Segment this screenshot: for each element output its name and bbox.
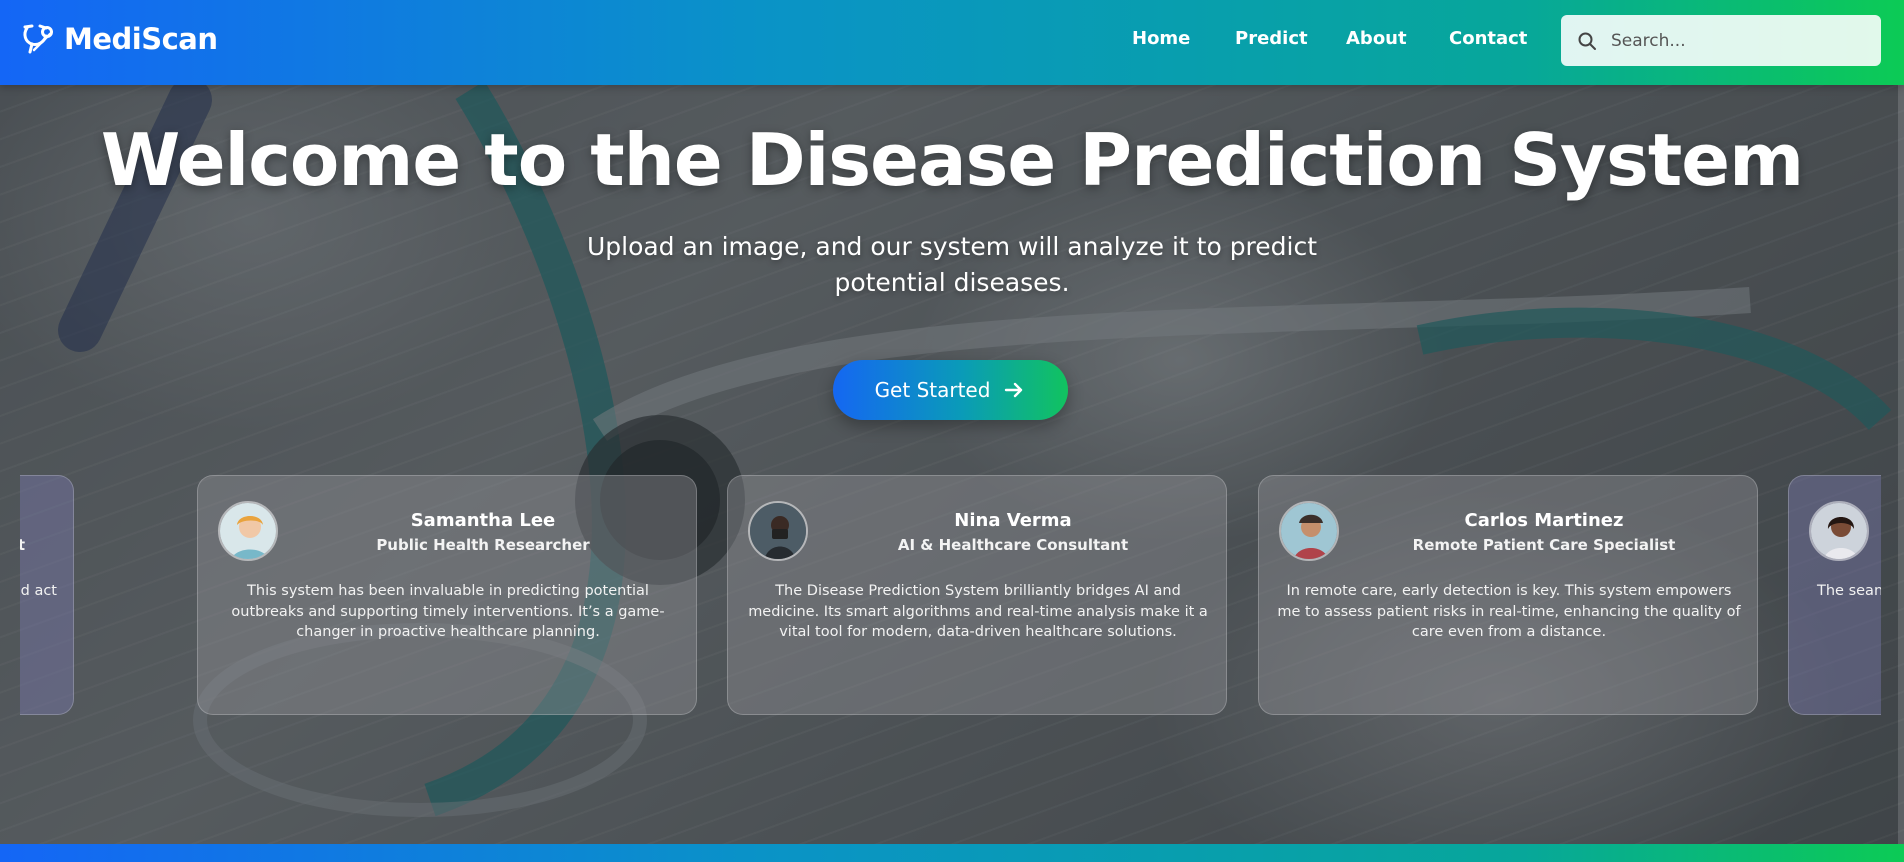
navbar: MediScan Home Predict About Contact xyxy=(0,0,1904,85)
testimonial-role: Public Health Researcher xyxy=(376,536,590,554)
avatar xyxy=(748,501,808,561)
nav-predict[interactable]: Predict xyxy=(1235,28,1308,49)
hero-title: Welcome to the Disease Prediction System xyxy=(100,118,1804,202)
avatar xyxy=(1809,501,1869,561)
scrollbar[interactable] xyxy=(1898,85,1904,844)
stethoscope-icon xyxy=(20,22,54,56)
avatar xyxy=(1279,501,1339,561)
testimonial-quote: In remote care, early detection is key. … xyxy=(1277,583,1741,640)
testimonial-name: Nina Verma xyxy=(954,510,1072,531)
testimonial-quote: The Disease Prediction System brilliantl… xyxy=(748,583,1208,640)
search-icon xyxy=(1577,31,1597,51)
search-box[interactable] xyxy=(1561,15,1881,66)
search-input[interactable] xyxy=(1611,30,1861,51)
testimonial-quote: The sean advan essenti xyxy=(1817,583,1881,599)
testimonial-card: alyst stands out for its into actionable… xyxy=(20,475,74,715)
testimonial-role: alyst xyxy=(20,536,25,554)
testimonial-name: Carlos Martinez xyxy=(1464,510,1624,531)
brand[interactable]: MediScan xyxy=(20,22,218,56)
bottom-gradient-bar xyxy=(0,844,1904,862)
testimonial-quote: This system has been invaluable in predi… xyxy=(231,583,665,640)
testimonial-card: Carlos Martinez Remote Patient Care Spec… xyxy=(1258,475,1758,715)
testimonial-carousel[interactable]: alyst stands out for its into actionable… xyxy=(20,475,1881,715)
nav-contact[interactable]: Contact xyxy=(1449,28,1527,49)
hero-subtitle: Upload an image, and our system will ana… xyxy=(586,232,1318,297)
avatar xyxy=(218,501,278,561)
nav-about[interactable]: About xyxy=(1346,28,1407,49)
nav-home[interactable]: Home xyxy=(1132,28,1190,49)
testimonial-card: The sean advan essenti xyxy=(1788,475,1881,715)
testimonial-name: Samantha Lee xyxy=(410,510,556,531)
testimonial-role: Remote Patient Care Specialist xyxy=(1412,536,1676,554)
get-started-button[interactable]: Get Started xyxy=(833,360,1068,420)
brand-name: MediScan xyxy=(64,22,218,56)
testimonial-role: AI & Healthcare Consultant xyxy=(897,536,1129,554)
get-started-label: Get Started xyxy=(874,378,991,402)
testimonial-card: Samantha Lee Public Health Researcher Th… xyxy=(197,475,697,715)
arrow-right-icon xyxy=(1002,378,1026,402)
testimonial-quote: stands out for its into actionable derst… xyxy=(20,583,57,599)
testimonial-card: Nina Verma AI & Healthcare Consultant Th… xyxy=(727,475,1227,715)
